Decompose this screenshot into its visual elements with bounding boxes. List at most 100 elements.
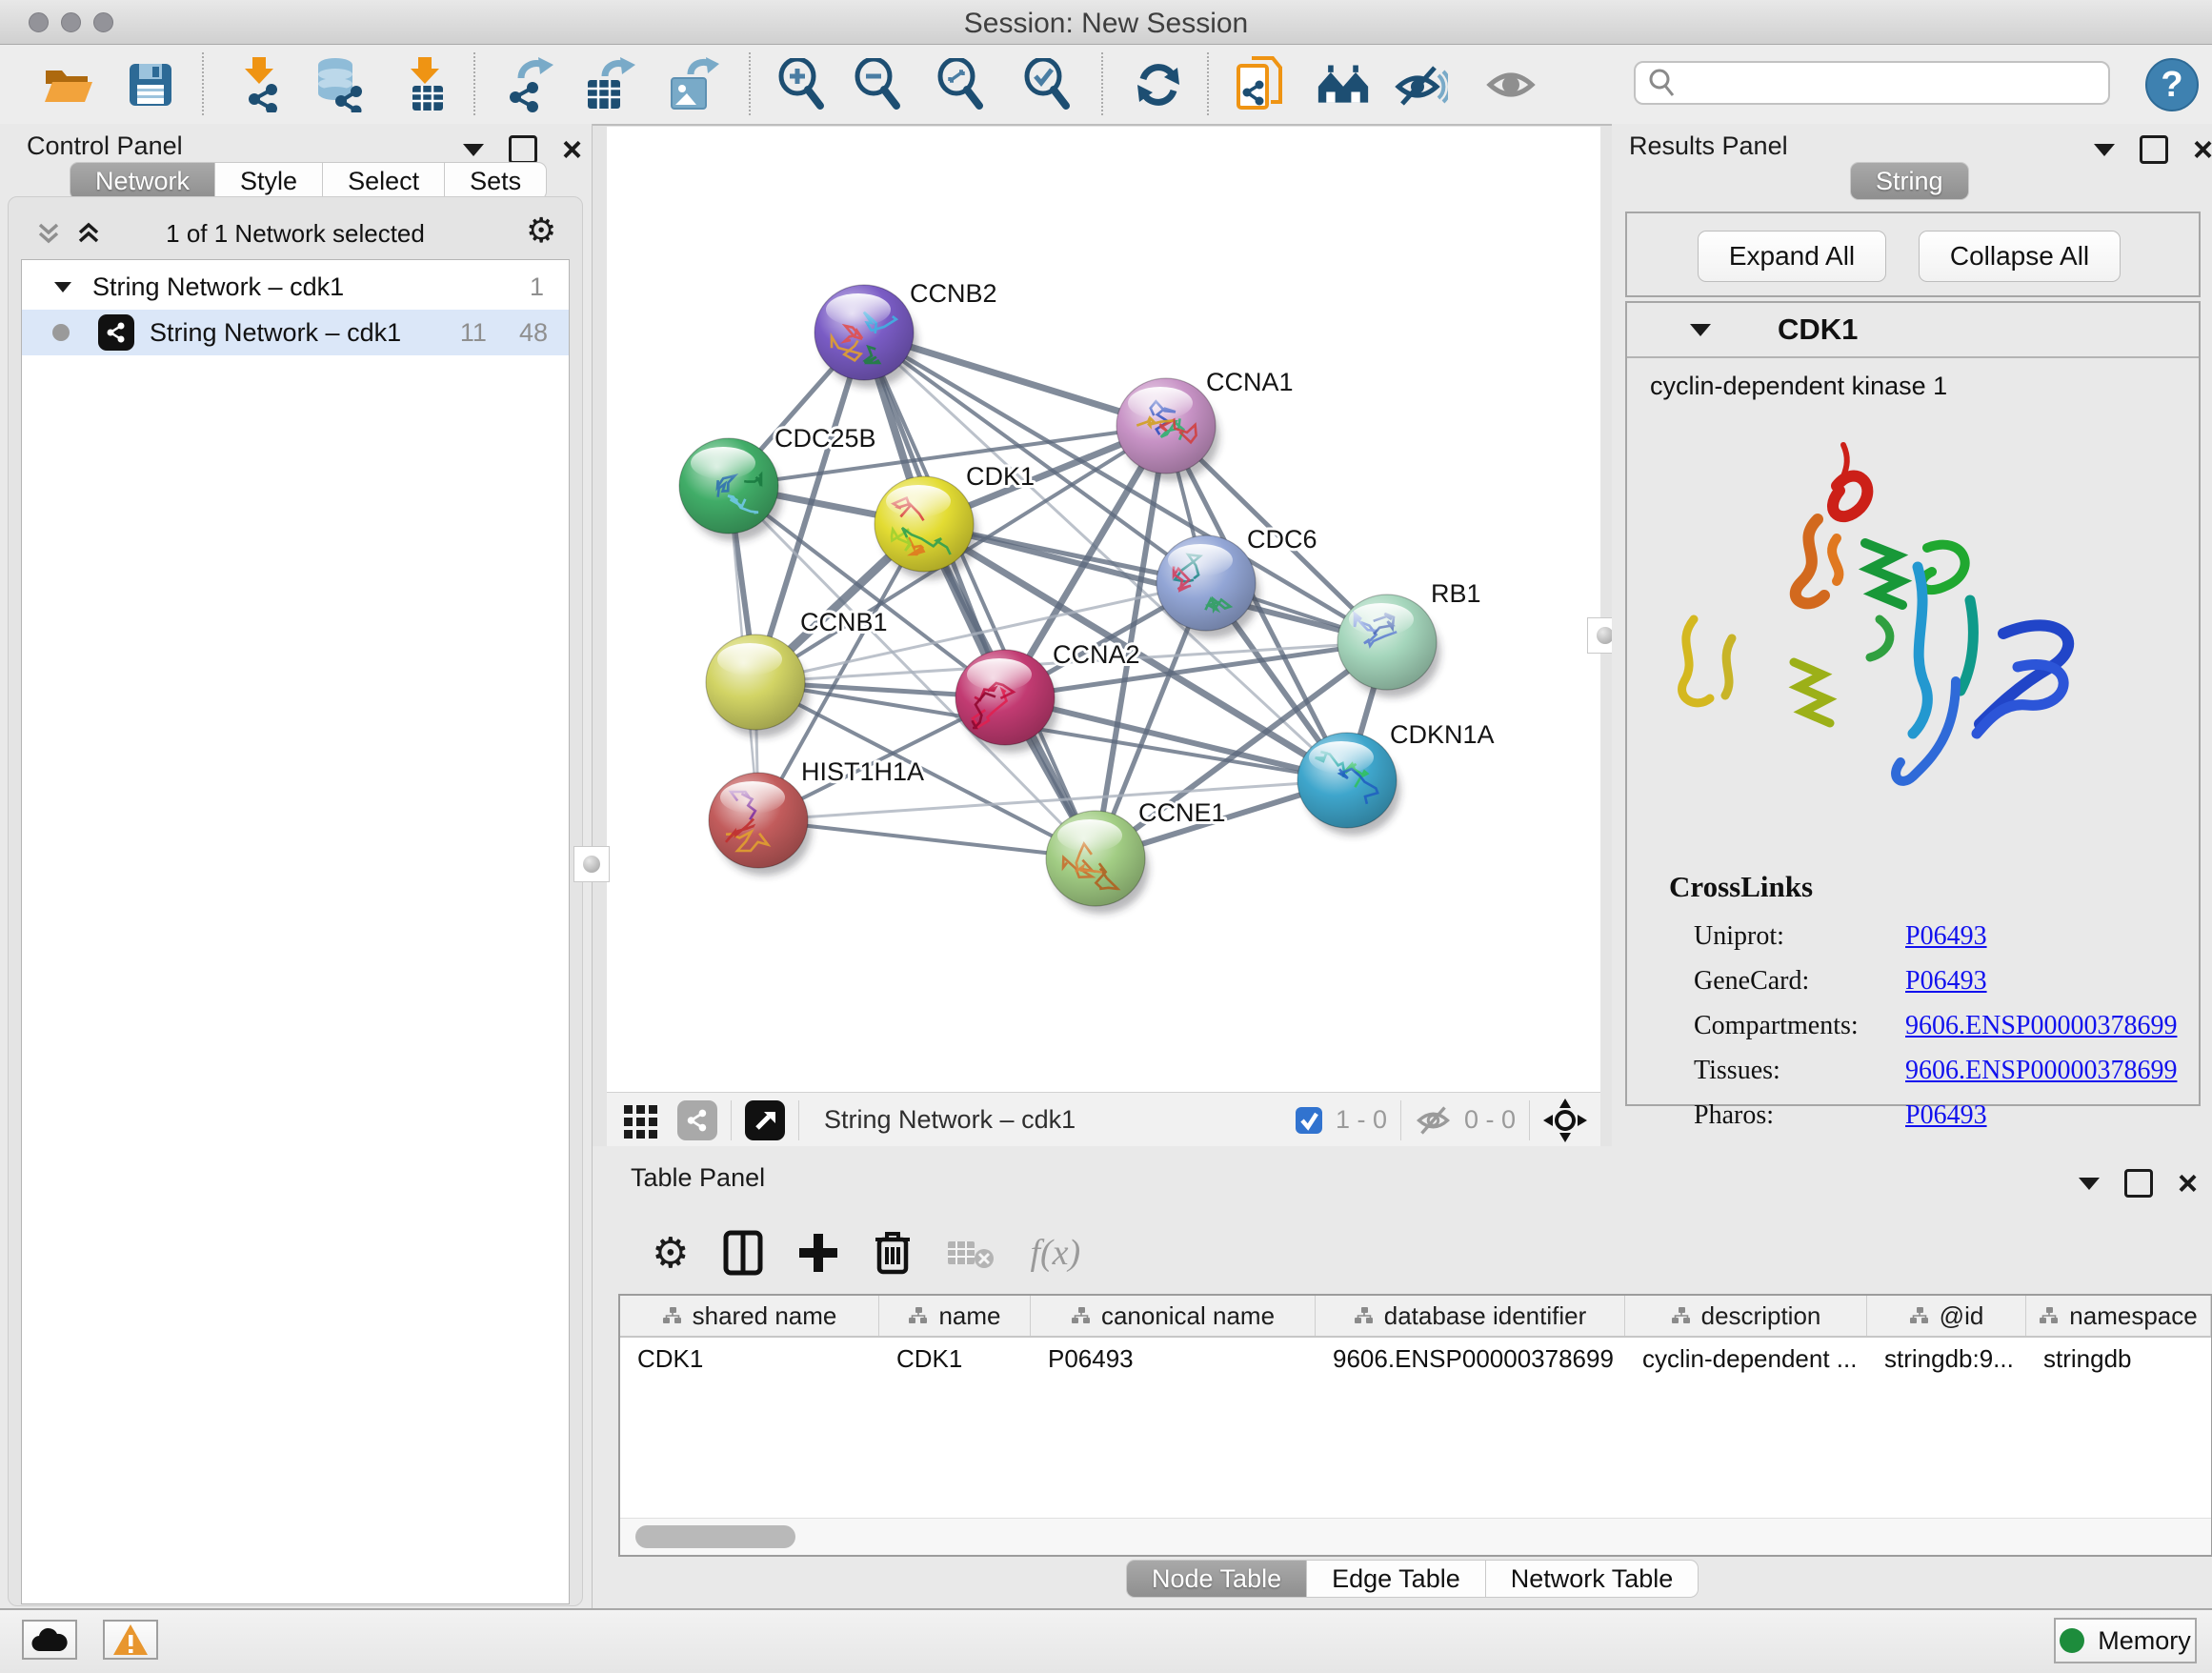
refresh-button[interactable]: [1132, 58, 1185, 111]
tab-select[interactable]: Select: [323, 162, 445, 200]
node-label: RB1: [1431, 579, 1481, 608]
column-header-shared-name[interactable]: shared name: [620, 1296, 879, 1336]
column-header-canonical-name[interactable]: canonical name: [1031, 1296, 1316, 1336]
crosslink-link[interactable]: P06493: [1905, 1100, 1987, 1131]
panel-close-icon[interactable]: ×: [562, 138, 582, 161]
function-builder-icon[interactable]: f(x): [1030, 1232, 1080, 1274]
tab-network[interactable]: Network: [70, 162, 215, 200]
table-cell[interactable]: 9606.ENSP00000378699: [1316, 1338, 1625, 1380]
column-header-name[interactable]: name: [879, 1296, 1031, 1336]
column-header-namespace[interactable]: namespace: [2026, 1296, 2211, 1336]
crosslink-row: GeneCard:P06493: [1694, 958, 2199, 1003]
memory-label: Memory: [2098, 1626, 2191, 1656]
search-field[interactable]: [1634, 61, 2110, 105]
panel-collapse-icon[interactable]: [2079, 1178, 2100, 1190]
node-ccna2[interactable]: CCNA2: [955, 640, 1140, 753]
network-share-view-icon[interactable]: [677, 1100, 717, 1140]
export-table-button[interactable]: [583, 58, 636, 111]
zoom-out-button[interactable]: [851, 58, 904, 111]
table-cell[interactable]: stringdb:9...: [1867, 1338, 2026, 1380]
export-network-button[interactable]: [503, 58, 556, 111]
collapse-all-button[interactable]: Collapse All: [1919, 231, 2121, 282]
panel-float-icon[interactable]: [2140, 135, 2168, 164]
column-header-database-identifier[interactable]: database identifier: [1316, 1296, 1625, 1336]
show-columns-icon[interactable]: [723, 1230, 763, 1276]
zoom-in-button[interactable]: [774, 58, 828, 111]
search-input[interactable]: [1676, 68, 2080, 99]
node-label: CCNB2: [910, 279, 997, 308]
network-canvas[interactable]: CCNB2CCNA1CDC25BCDK1CDC6RB1CCNB1CCNA2CDK…: [607, 127, 1600, 1092]
home-button[interactable]: [1317, 58, 1370, 111]
node-ccnb1[interactable]: CCNB1: [706, 608, 888, 737]
tab-network-table[interactable]: Network Table: [1486, 1560, 1699, 1598]
tab-edge-table[interactable]: Edge Table: [1307, 1560, 1486, 1598]
tab-sets[interactable]: Sets: [445, 162, 547, 200]
table-cell[interactable]: CDK1: [620, 1338, 879, 1380]
zoom-selected-button[interactable]: [1020, 58, 1074, 111]
selected-checkbox-icon[interactable]: [1294, 1105, 1324, 1136]
node-cdkn1a[interactable]: CDKN1A: [1297, 720, 1495, 836]
hidden-eye-icon[interactable]: [1415, 1104, 1455, 1137]
warnings-button[interactable]: [103, 1620, 158, 1660]
toolbar-separator: [1207, 52, 1209, 115]
table-cell[interactable]: P06493: [1031, 1338, 1316, 1380]
open-session-button[interactable]: [42, 58, 95, 111]
import-table-button[interactable]: [400, 58, 453, 111]
node-label: CCNA2: [1053, 640, 1140, 669]
scrollbar-thumb[interactable]: [635, 1525, 795, 1548]
crosslink-link[interactable]: P06493: [1905, 921, 1987, 952]
node-rb1[interactable]: RB1: [1337, 579, 1481, 697]
add-column-icon[interactable]: [797, 1232, 839, 1274]
panel-collapse-icon[interactable]: [463, 144, 484, 156]
delete-column-icon[interactable]: [874, 1230, 912, 1276]
panel-float-icon[interactable]: [2124, 1169, 2153, 1198]
column-header-description[interactable]: description: [1625, 1296, 1867, 1336]
zoom-fit-button[interactable]: [934, 58, 987, 111]
show-all-button[interactable]: [1486, 58, 1539, 111]
help-button[interactable]: ?: [2145, 58, 2199, 111]
crosslink-link[interactable]: 9606.ENSP00000378699: [1905, 1056, 2177, 1086]
network-options-gear-icon[interactable]: ⚙: [526, 212, 556, 251]
tab-string[interactable]: String: [1850, 162, 1969, 200]
table-row[interactable]: CDK1CDK1P064939606.ENSP00000378699cyclin…: [620, 1338, 2211, 1380]
memory-button[interactable]: Memory: [2054, 1618, 2197, 1663]
save-session-button[interactable]: [124, 58, 177, 111]
network-selection-status: 1 of 1 Network selected: [10, 219, 581, 249]
node-ccnb2[interactable]: CCNB2: [814, 279, 997, 388]
birds-eye-view-icon[interactable]: [745, 1100, 785, 1140]
table-cell[interactable]: cyclin-dependent ...: [1625, 1338, 1867, 1380]
expand-all-button[interactable]: Expand All: [1698, 231, 1886, 282]
left-splitter-handle[interactable]: [573, 846, 610, 882]
hide-selected-button[interactable]: [1395, 58, 1448, 111]
tree-expand-icon[interactable]: [54, 282, 71, 292]
node-table: shared namenamecanonical namedatabase id…: [618, 1294, 2212, 1557]
tab-node-table[interactable]: Node Table: [1126, 1560, 1307, 1598]
table-cell[interactable]: stringdb: [2026, 1338, 2211, 1380]
import-network-from-database-button[interactable]: [312, 58, 366, 111]
import-network-button[interactable]: [232, 58, 286, 111]
panel-collapse-icon[interactable]: [2094, 144, 2115, 156]
network-snapshot-button[interactable]: [1234, 58, 1287, 111]
tab-style[interactable]: Style: [215, 162, 323, 200]
panel-float-icon[interactable]: [509, 135, 537, 164]
node-cdc6[interactable]: CDC6: [1156, 525, 1317, 638]
panel-close-icon[interactable]: ×: [2178, 1172, 2198, 1195]
panel-close-icon[interactable]: ×: [2193, 138, 2212, 161]
column-header-@id[interactable]: @id: [1867, 1296, 2026, 1336]
node-ccne1[interactable]: CCNE1: [1046, 798, 1226, 914]
table-options-gear-icon[interactable]: ⚙: [652, 1229, 689, 1278]
node-ccna1[interactable]: CCNA1: [1116, 368, 1294, 481]
grid-view-icon[interactable]: [622, 1101, 660, 1139]
export-image-button[interactable]: [667, 58, 720, 111]
gene-collapse-icon[interactable]: [1690, 324, 1711, 336]
crosslink-row: Uniprot:P06493: [1694, 914, 2199, 958]
table-horizontal-scrollbar[interactable]: [620, 1518, 2211, 1555]
fit-content-crosshair-icon[interactable]: [1543, 1099, 1587, 1142]
cloud-status-button[interactable]: [22, 1620, 77, 1660]
crosslink-link[interactable]: 9606.ENSP00000378699: [1905, 1011, 2177, 1041]
gene-symbol: CDK1: [1778, 312, 1858, 347]
network-collection-row[interactable]: String Network – cdk1 1: [22, 264, 569, 310]
crosslink-link[interactable]: P06493: [1905, 966, 1987, 997]
table-cell[interactable]: CDK1: [879, 1338, 1031, 1380]
network-row-selected[interactable]: String Network – cdk1 11 48: [22, 310, 569, 355]
